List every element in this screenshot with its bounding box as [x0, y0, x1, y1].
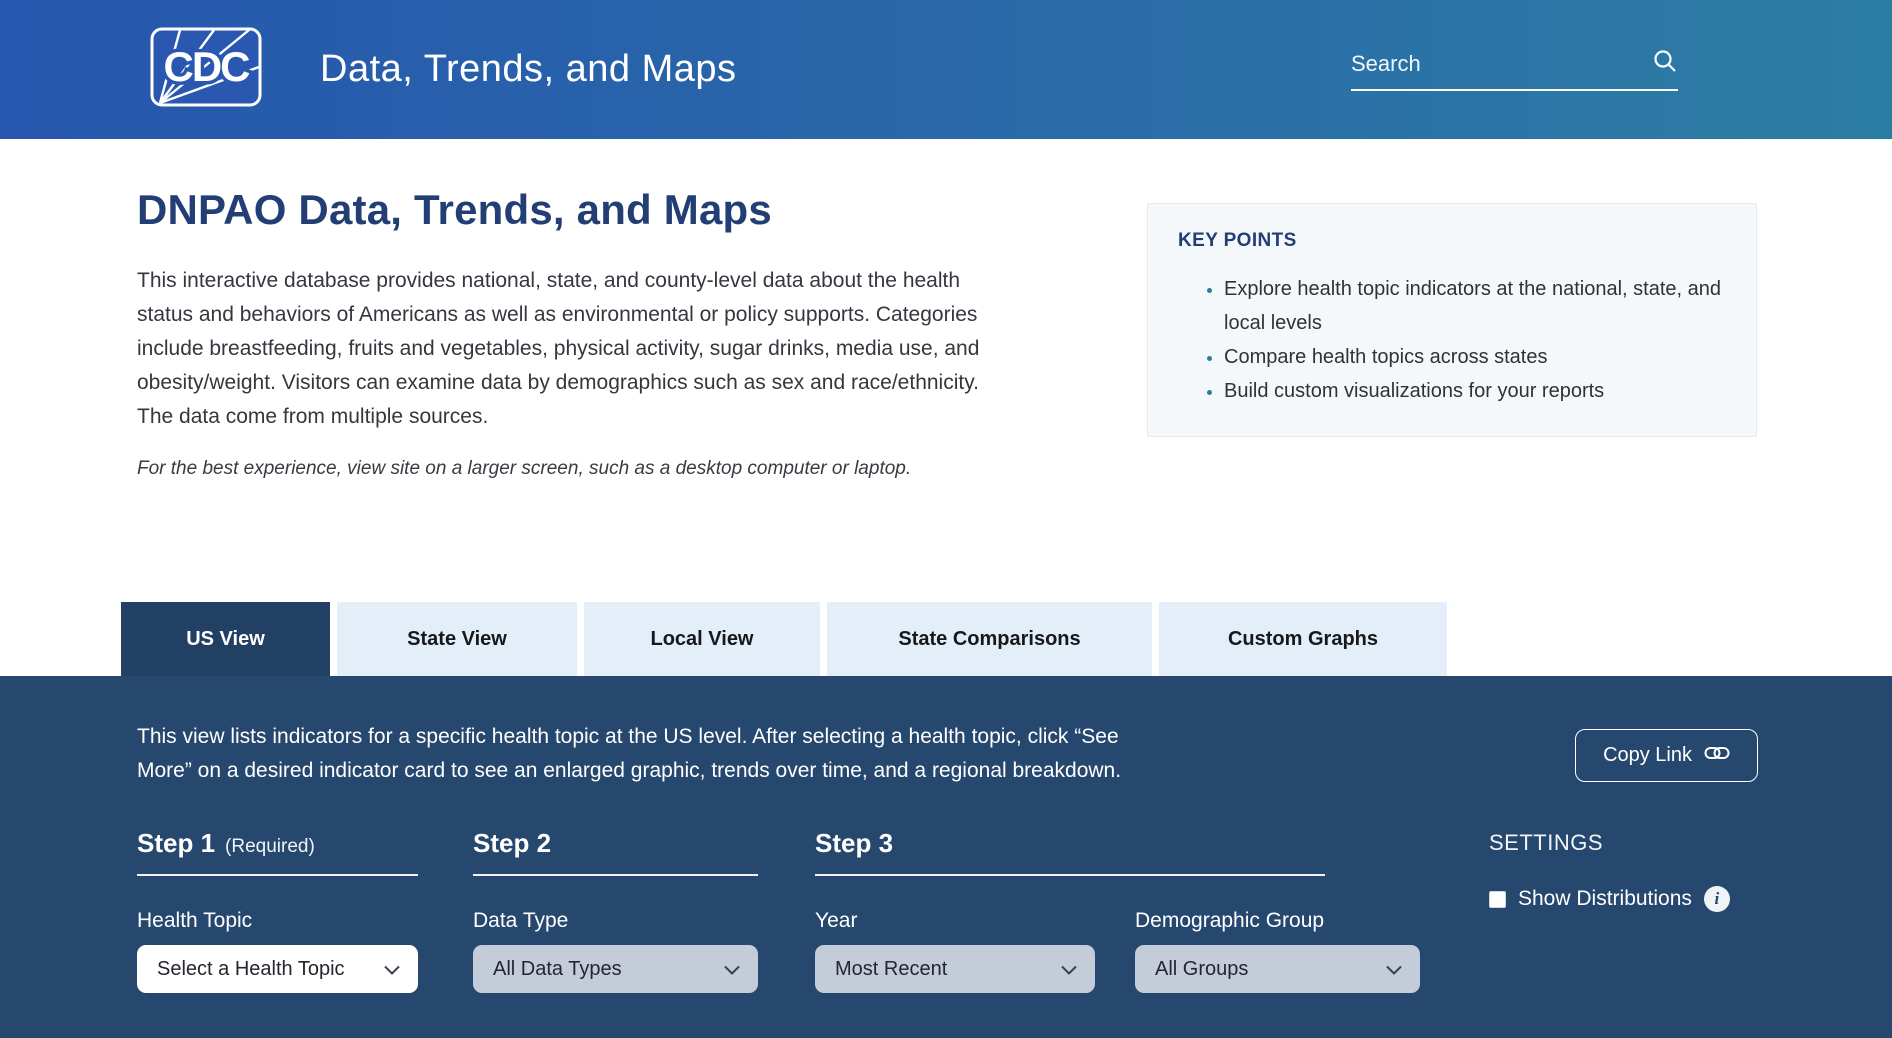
tab-local-view[interactable]: Local View	[584, 602, 820, 676]
year-select[interactable]: Most Recent	[815, 945, 1095, 993]
year-field: Year Most Recent	[815, 876, 1095, 993]
tab-us-view[interactable]: US View	[121, 602, 330, 676]
tab-state-view[interactable]: State View	[337, 602, 577, 676]
step-3-title: Step 3	[815, 828, 893, 859]
hero-section: DNPAO Data, Trends, and Maps This intera…	[0, 139, 1892, 602]
data-type-select-value: All Data Types	[493, 958, 622, 981]
chevron-down-icon	[724, 958, 740, 981]
demographic-group-select[interactable]: All Groups	[1135, 945, 1420, 993]
chevron-down-icon	[1061, 958, 1077, 981]
search-input[interactable]	[1351, 51, 1642, 77]
steps-row: Step 1 (Required) Health Topic Select a …	[0, 828, 1892, 993]
health-topic-select[interactable]: Select a Health Topic	[137, 945, 418, 993]
view-description: This view lists indicators for a specifi…	[137, 720, 1172, 788]
search-icon[interactable]	[1652, 48, 1678, 79]
key-point-item: Compare health topics across states	[1224, 340, 1726, 374]
data-type-select[interactable]: All Data Types	[473, 945, 758, 993]
year-label: Year	[815, 909, 1095, 933]
step-2-column: Step 2 Data Type All Data Types	[473, 828, 758, 993]
health-topic-select-value: Select a Health Topic	[157, 958, 345, 981]
panel-top-row: This view lists indicators for a specifi…	[0, 676, 1892, 788]
info-icon[interactable]: i	[1704, 886, 1730, 912]
key-point-item: Build custom visualizations for your rep…	[1224, 374, 1726, 408]
us-view-panel: This view lists indicators for a specifi…	[0, 676, 1892, 1038]
app-title: Data, Trends, and Maps	[320, 48, 737, 91]
data-type-label: Data Type	[473, 909, 758, 933]
step-divider	[137, 874, 418, 876]
health-topic-label: Health Topic	[137, 909, 418, 933]
page-title: DNPAO Data, Trends, and Maps	[137, 186, 1017, 234]
search-bar	[1351, 48, 1678, 91]
settings-title: SETTINGS	[1489, 830, 1730, 856]
key-points-box: KEY POINTS Explore health topic indicato…	[1147, 203, 1757, 437]
step-2-title: Step 2	[473, 828, 551, 859]
show-distributions-checkbox[interactable]	[1489, 891, 1506, 908]
step-1-column: Step 1 (Required) Health Topic Select a …	[137, 828, 418, 993]
view-tabs: US View State View Local View State Comp…	[121, 602, 1892, 676]
key-points-list: Explore health topic indicators at the n…	[1178, 272, 1726, 408]
year-select-value: Most Recent	[835, 958, 947, 981]
step-1-title: Step 1	[137, 828, 215, 859]
key-point-item: Explore health topic indicators at the n…	[1224, 272, 1726, 340]
app-header: CDC Data, Trends, and Maps	[0, 0, 1892, 139]
demographic-group-label: Demographic Group	[1135, 909, 1420, 933]
step-3-column: Step 3 Year Most Recent Demog	[815, 828, 1420, 993]
page: CDC Data, Trends, and Maps DNPAO Data, T…	[0, 0, 1892, 1038]
demographic-group-field: Demographic Group All Groups	[1135, 876, 1420, 993]
key-points-title: KEY POINTS	[1178, 230, 1726, 252]
tab-state-comparisons[interactable]: State Comparisons	[827, 602, 1152, 676]
settings-column: SETTINGS Show Distributions i	[1489, 828, 1730, 993]
tab-custom-graphs[interactable]: Custom Graphs	[1159, 602, 1447, 676]
hero-text-column: DNPAO Data, Trends, and Maps This intera…	[137, 186, 1017, 602]
svg-text:CDC: CDC	[164, 43, 251, 90]
step-1-required-note: (Required)	[225, 836, 315, 858]
chevron-down-icon	[1386, 958, 1402, 981]
cdc-logo[interactable]: CDC	[150, 27, 262, 112]
copy-link-button[interactable]: Copy Link	[1575, 729, 1758, 782]
demographic-group-select-value: All Groups	[1155, 958, 1248, 981]
link-icon	[1704, 744, 1730, 768]
step-divider	[473, 874, 758, 876]
page-description: This interactive database provides natio…	[137, 264, 1017, 434]
copy-link-label: Copy Link	[1603, 744, 1692, 767]
show-distributions-label: Show Distributions	[1518, 887, 1692, 911]
screen-size-note: For the best experience, view site on a …	[137, 458, 1017, 480]
chevron-down-icon	[384, 958, 400, 981]
